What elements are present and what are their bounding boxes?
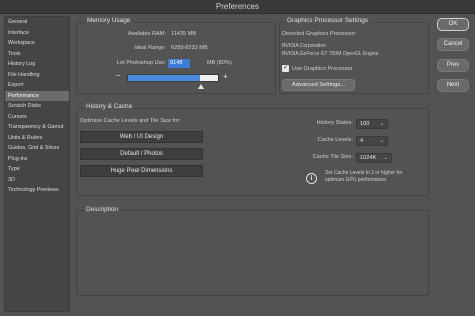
sidebar-item-general[interactable]: General bbox=[5, 17, 69, 28]
sidebar-item-3d[interactable]: 3D bbox=[5, 175, 69, 186]
gpu-settings-title: Graphics Processor Settings bbox=[285, 17, 370, 24]
memory-minus-icon[interactable]: − bbox=[116, 71, 121, 80]
sidebar-item-units-rulers[interactable]: Units & Rulers bbox=[5, 133, 69, 144]
sidebar-item-scratch-disks[interactable]: Scratch Disks bbox=[5, 101, 69, 112]
sidebar-item-file-handling[interactable]: File Handling bbox=[5, 70, 69, 81]
memory-slider-thumb[interactable] bbox=[197, 84, 204, 89]
memory-value-field[interactable]: 9148 bbox=[168, 59, 190, 68]
advanced-settings-button[interactable]: Advanced Settings... bbox=[282, 79, 355, 91]
cache-levels-value: 4 bbox=[360, 138, 364, 144]
cache-info-text-1: Set Cache Levels to 2 or higher for bbox=[325, 170, 403, 176]
sidebar-item-technology-previews[interactable]: Technology Previews bbox=[5, 185, 69, 196]
chevron-down-icon: ⌄ bbox=[379, 121, 384, 127]
available-ram-value: 11435 MB bbox=[171, 31, 197, 37]
sidebar-item-workspace[interactable]: Workspace bbox=[5, 38, 69, 49]
cache-info-text-2: optimum GPU performance. bbox=[325, 177, 388, 183]
memory-slider-fill bbox=[128, 75, 200, 81]
cache-levels-label: Cache Levels: bbox=[317, 137, 353, 143]
sidebar-item-tools[interactable]: Tools bbox=[5, 49, 69, 60]
description-panel bbox=[76, 210, 429, 296]
description-title: Description bbox=[84, 206, 120, 213]
cache-tile-size-value: 1024K bbox=[360, 155, 377, 161]
preferences-sidebar: General Interface Workspace Tools Histor… bbox=[4, 16, 70, 312]
optimize-cache-label: Optimize Cache Levels and Tile Size for: bbox=[80, 118, 181, 124]
history-states-label: History States: bbox=[316, 120, 353, 126]
detected-gpu-label: Detected Graphics Processor: bbox=[282, 31, 357, 37]
cache-tile-size-select[interactable]: 1024K ⌄ bbox=[356, 153, 392, 163]
chevron-down-icon: ⌄ bbox=[383, 155, 388, 161]
ok-button[interactable]: OK bbox=[437, 18, 469, 31]
default-photos-button[interactable]: Default / Photos bbox=[80, 148, 203, 160]
use-gpu-label: Use Graphics Processor bbox=[292, 66, 353, 72]
info-icon: i bbox=[306, 173, 317, 184]
prev-button[interactable]: Prev bbox=[437, 59, 469, 72]
next-button[interactable]: Next bbox=[437, 79, 469, 92]
sidebar-item-performance[interactable]: Performance bbox=[5, 90, 69, 101]
sidebar-item-plug-ins[interactable]: Plug-ins bbox=[5, 154, 69, 165]
use-gpu-checkbox[interactable]: ✓ bbox=[282, 65, 289, 72]
sidebar-item-export[interactable]: Export bbox=[5, 80, 69, 91]
history-states-select[interactable]: 100 ⌄ bbox=[356, 119, 388, 129]
sidebar-item-type[interactable]: Type bbox=[5, 164, 69, 175]
memory-slider-track[interactable] bbox=[127, 74, 219, 82]
memory-plus-icon[interactable]: + bbox=[223, 72, 228, 81]
sidebar-item-history-log[interactable]: History Log bbox=[5, 59, 69, 70]
available-ram-label: Available RAM: bbox=[127, 31, 166, 37]
cancel-button[interactable]: Cancel bbox=[437, 38, 469, 51]
gpu-model: NVIDIA GeForce GT 750M OpenGL Engine bbox=[282, 51, 379, 57]
window-title: Preferences bbox=[0, 0, 475, 14]
let-photoshop-use-label: Let Photoshop Use: bbox=[116, 60, 166, 66]
ideal-range-label: Ideal Range: bbox=[134, 45, 166, 51]
web-ui-design-button[interactable]: Web / UI Design bbox=[80, 131, 203, 143]
history-cache-title: History & Cache bbox=[84, 103, 135, 110]
ideal-range-value: 6289-8233 MB bbox=[171, 45, 208, 51]
sidebar-item-transparency-gamut[interactable]: Transparency & Gamut bbox=[5, 122, 69, 133]
cache-tile-size-label: Cache Tile Size: bbox=[312, 154, 353, 160]
memory-usage-title: Memory Usage bbox=[85, 17, 133, 24]
huge-pixel-dimensions-button[interactable]: Huge Pixel Dimensions bbox=[80, 165, 203, 177]
sidebar-item-interface[interactable]: Interface bbox=[5, 28, 69, 39]
history-states-value: 100 bbox=[360, 121, 370, 127]
memory-unit-label: MB (80%) bbox=[207, 60, 232, 66]
sidebar-item-guides-grid-slices[interactable]: Guides, Grid & Slices bbox=[5, 143, 69, 154]
chevron-down-icon: ⌄ bbox=[379, 138, 384, 144]
gpu-vendor: NVIDIA Corporation bbox=[282, 43, 326, 49]
sidebar-item-cursors[interactable]: Cursors bbox=[5, 112, 69, 123]
cache-levels-select[interactable]: 4 ⌄ bbox=[356, 136, 388, 146]
